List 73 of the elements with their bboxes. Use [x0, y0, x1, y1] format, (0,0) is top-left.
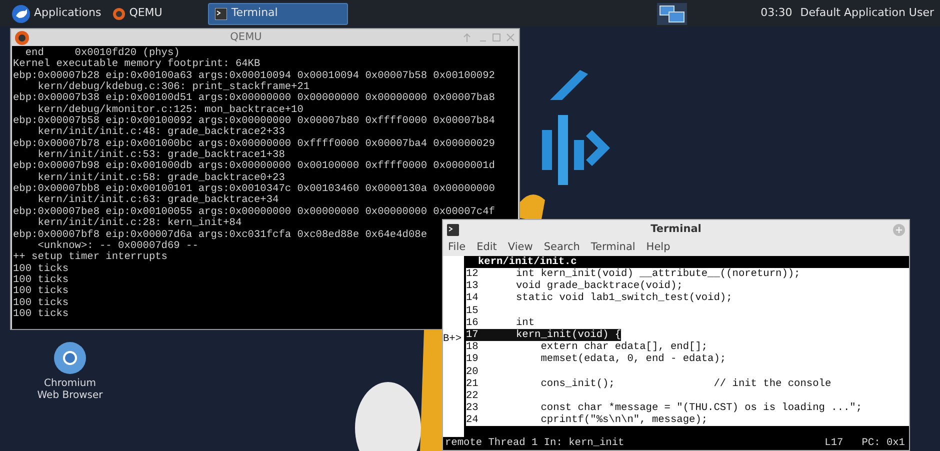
console-line: kern/init/init.c:63: grade_backtrace+34: [36, 195, 279, 206]
console-line: kern/init/init.c:58: grade_backtrace0+23: [38, 172, 285, 184]
console-line: ebp:0x00007bf8 eip:0x00007d6a args:0xc031fcfa 0xc08ed88e 0x64e4d08e: [13, 230, 428, 240]
console-line: end 0x0010fd20 (phys): [25, 48, 180, 59]
line-number: 12: [466, 268, 480, 280]
taskbar-button[interactable]: QEMU: [107, 2, 168, 24]
app-logo-icon: [15, 30, 29, 44]
console-line: Kernel executable memory footprint: 64KB: [13, 59, 260, 70]
menu-item[interactable]: View: [508, 240, 533, 256]
code-line: kern_init(void) {: [516, 328, 622, 341]
line-number: 17: [466, 328, 480, 342]
menu-item[interactable]: Terminal: [590, 240, 636, 256]
window-title: Terminal: [650, 222, 702, 237]
console-line: 100 ticks: [13, 298, 69, 309]
line-number: 18: [466, 341, 480, 354]
line-number: 23: [466, 402, 480, 414]
icon-label[interactable]: Chromium Web Browser: [35, 378, 105, 402]
console-line: 100 ticks: [13, 308, 69, 320]
code-line: static void lab1_switch_test(void);: [516, 292, 732, 304]
console-line: <unknow>: -- 0x00007d69 --: [38, 240, 198, 252]
console-line: ebp:0x00007bb8 eip:0x00100101 args:0x0010347c 0x00103460 0x0000130a 0x00000000: [13, 184, 495, 196]
console-line: kern/debug/kmonitor.c:125: mon_backtrace+10: [38, 104, 304, 116]
menu-item[interactable]: Search: [544, 240, 580, 256]
console-line: ebp:0x00007b58 eip:0x00100092 args:0x00000000 0x00007b80 0xffff0000 0x00007b84: [13, 116, 495, 128]
status-position: L17 PC: 0x1: [824, 437, 905, 450]
egg-drawing: [355, 380, 421, 451]
line-number: 21: [466, 378, 480, 390]
code-line: extern char edata[], end[];: [540, 341, 708, 354]
window-title: QEMU: [229, 30, 263, 45]
line-number: 22: [466, 390, 480, 402]
console-line: 100 ticks: [13, 264, 69, 275]
taskbar-button[interactable]: Terminal: [208, 2, 348, 24]
menu-item[interactable]: Help: [646, 240, 670, 256]
code-line: memset(edata, 0, end - edata);: [540, 353, 726, 366]
menu-item[interactable]: File: [448, 240, 466, 256]
clock-text: 03:30: [760, 5, 792, 22]
line-number: 13: [466, 280, 480, 292]
user-name: Default Application User: [800, 5, 934, 22]
breakpoint-marker: B+>: [443, 332, 462, 346]
console-line: kern/init/init.c:28: kern_init+84: [36, 218, 242, 230]
browser-icon: [54, 342, 86, 374]
terminal-icon: [447, 224, 459, 236]
console-line: ebp:0x00007b38 eip:0x00100d51 args:0x00000000 0x00000000 0x00000000 0x00007ba8: [13, 93, 495, 104]
workspace-switcher-icon: [656, 2, 687, 24]
applications-menu[interactable]: Applications: [6, 2, 108, 24]
console-line: ebp:0x00007b78 eip:0x001000bc args:0x00000000 0xffff0000 0x00007ba4 0x00000029: [13, 138, 495, 150]
code-line: int kern_init(void) __attribute__((noreturn));: [516, 268, 800, 280]
code-line: cprintf("%s\n\n", message);: [540, 414, 708, 426]
console-line: ++ setup timer interrupts: [13, 252, 168, 264]
menu-item[interactable]: Edit: [476, 240, 497, 256]
code-line: void grade_backtrace(void);: [516, 280, 683, 292]
code-line: cons_init(); // init the console: [540, 378, 832, 390]
console-line: kern/init/init.c:53: grade_backtrace1+38: [38, 150, 285, 162]
console-line: ebp:0x00007b98 eip:0x001000db args:0x00000000 0x00100000 0xffff0000 0x0000001d: [13, 161, 495, 172]
console-line: kern/debug/kdebug.c:306: print_stackframe+21: [38, 82, 310, 94]
line-number: 19: [466, 353, 480, 366]
code-line: int: [516, 316, 535, 329]
console-line: kern/init/init.c:48: grade_backtrace2+33: [36, 127, 285, 138]
console-line: ebp:0x00007b28 eip:0x00100a63 args:0x00010094 0x00010094 0x00007b58 0x00100092: [13, 70, 495, 82]
line-number: 15: [466, 304, 480, 317]
console-line: 100 ticks: [13, 274, 69, 286]
status-text: remote Thread 1 In: kern_init: [445, 437, 626, 450]
terminal-icon: [215, 8, 228, 20]
line-number: 20: [466, 366, 480, 378]
file-name: kern/init/init.c: [477, 256, 578, 268]
console-line: ebp:0x00007be8 eip:0x00100055 args:0x00000000 0x00000000 0x00000000 0x00007c4f: [13, 206, 495, 218]
line-number: 14: [466, 292, 480, 305]
console-line: 100 ticks: [13, 286, 69, 298]
window-controls-icon: [463, 32, 515, 42]
maximize-icon: [893, 224, 905, 236]
line-number: 16: [466, 316, 480, 329]
code-line: const char *message = "(THU.CST) os is loading ...";: [540, 402, 862, 414]
line-number: 24: [466, 414, 480, 426]
